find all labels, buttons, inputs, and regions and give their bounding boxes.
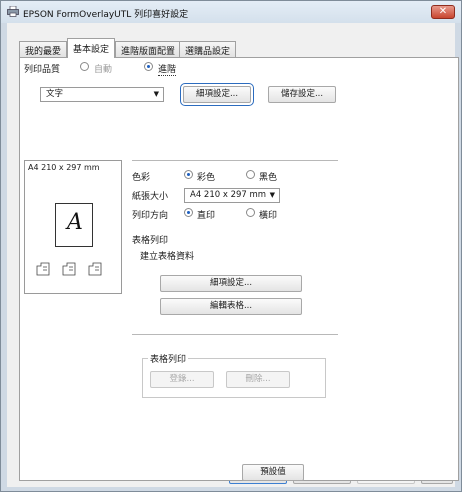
quality-preset-select[interactable]: 文字 ▼ — [40, 87, 164, 102]
basic-settings-panel: 列印品質 自動 進階 文字 ▼ 細項設定... 儲存設定... A4 210 x… — [19, 57, 459, 481]
close-button[interactable]: ✕ — [431, 5, 455, 19]
color-black-radio[interactable] — [246, 170, 255, 179]
quality-preset-value: 文字 — [46, 89, 64, 99]
tab-favorites[interactable]: 我的最愛 — [19, 41, 68, 57]
form-print-label: 表格列印 — [132, 236, 169, 246]
layout-preview: A4 210 x 297 mm A — [24, 160, 122, 294]
quality-advanced-label: 進階 — [158, 62, 177, 76]
restore-defaults-button[interactable]: 預設值 — [242, 464, 304, 481]
chevron-down-icon: ▼ — [269, 191, 275, 199]
tab-optional-settings[interactable]: 選購品設定 — [179, 41, 237, 57]
printer-icon — [7, 6, 19, 17]
tab-advanced-layout[interactable]: 進階版面配置 — [115, 41, 182, 57]
page-orientation-icon: A — [55, 203, 93, 247]
quality-auto-radio[interactable] — [80, 62, 89, 71]
color-color-radio[interactable] — [184, 170, 193, 179]
edit-form-button[interactable]: 編輯表格... — [160, 298, 302, 315]
form-print-group-legend: 表格列印 — [148, 352, 189, 365]
quality-advanced-radio[interactable] — [144, 62, 153, 71]
quality-auto-label: 自動 — [94, 65, 113, 75]
paper-size-label: 紙張大小 — [132, 192, 169, 202]
form-detail-button[interactable]: 細項設定... — [160, 275, 302, 292]
title-bar: EPSON FormOverlayUTL 列印喜好設定 ✕ — [1, 1, 461, 23]
save-settings-button[interactable]: 儲存設定... — [268, 86, 336, 103]
preview-paper-size: A4 210 x 297 mm — [28, 163, 100, 172]
client-area: 我的最愛 基本設定 進階版面配置 選購品設定 列印品質 自動 進階 文字 ▼ 細… — [7, 23, 459, 487]
orientation-landscape-radio[interactable] — [246, 208, 255, 217]
delete-button[interactable]: 刪除... — [226, 371, 290, 388]
color-black-label: 黑色 — [259, 173, 278, 183]
register-button[interactable]: 登錄... — [150, 371, 214, 388]
tab-basic-settings[interactable]: 基本設定 — [67, 38, 116, 58]
quality-detail-button[interactable]: 細項設定... — [180, 83, 254, 106]
color-color-label: 彩色 — [197, 173, 216, 183]
window-title: EPSON FormOverlayUTL 列印喜好設定 — [23, 10, 189, 20]
chevron-down-icon: ▼ — [153, 90, 159, 98]
paper-size-select[interactable]: A4 210 x 297 mm ▼ — [184, 188, 280, 203]
orientation-portrait-radio[interactable] — [184, 208, 193, 217]
orientation-label: 列印方向 — [132, 211, 169, 221]
printer-preferences-window: EPSON FormOverlayUTL 列印喜好設定 ✕ 我的最愛 基本設定 … — [0, 0, 462, 492]
divider — [132, 160, 338, 161]
orientation-portrait-label: 直印 — [197, 211, 216, 221]
create-form-data-label: 建立表格資料 — [140, 252, 195, 262]
print-quality-label: 列印品質 — [24, 65, 61, 75]
divider — [132, 334, 338, 335]
sample-letter: A — [67, 210, 83, 235]
orientation-landscape-label: 橫印 — [259, 211, 278, 221]
color-label: 色彩 — [132, 173, 151, 183]
form-overlay-icon — [36, 262, 102, 276]
paper-size-value: A4 210 x 297 mm — [190, 190, 267, 200]
